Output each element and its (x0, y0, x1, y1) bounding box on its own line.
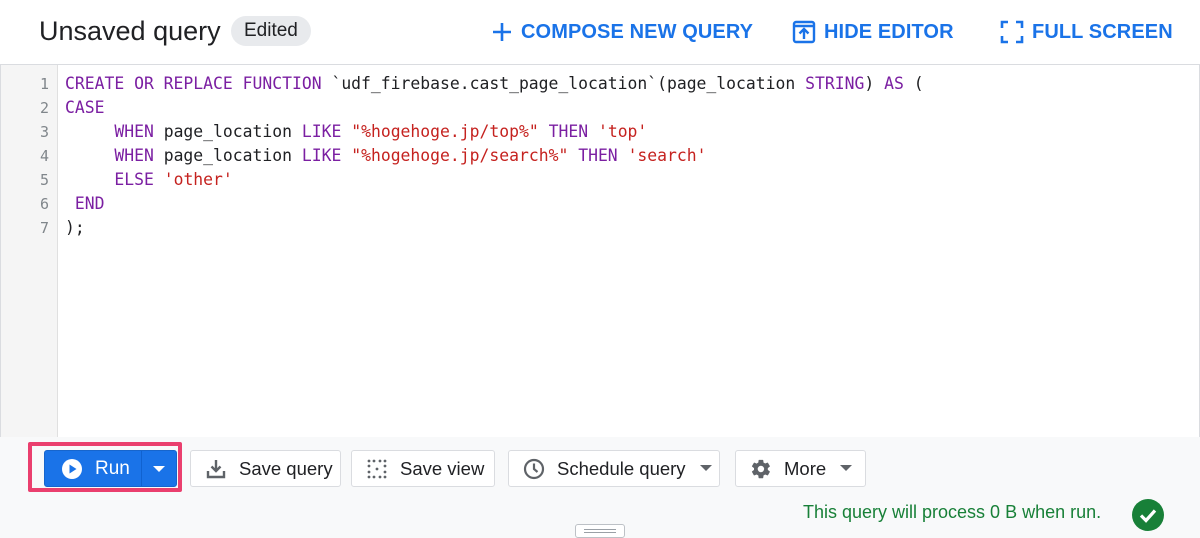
code-text: WHEN page_location LIKE "%hogehoge.jp/se… (65, 144, 707, 168)
sql-string: "%hogehoge.jp/search%" (351, 146, 569, 165)
grid-dots-icon (366, 458, 388, 480)
schedule-query-label: Schedule query (557, 457, 686, 479)
code-line[interactable]: 2 CASE (1, 96, 1191, 120)
sql-keyword: WHEN (114, 146, 154, 165)
upload-box-icon (792, 20, 824, 44)
sql-string: 'top' (597, 122, 648, 141)
save-query-label: Save query (239, 457, 333, 479)
query-header: Unsaved query Edited COMPOSE NEW QUERY H… (0, 0, 1200, 64)
sql-token: `udf_firebase.cast_page_location`(page_l… (321, 74, 806, 93)
query-validation-message: This query will process 0 B when run. (803, 502, 1102, 522)
sql-token: ) (864, 74, 885, 93)
code-text: CREATE OR REPLACE FUNCTION `udf_firebase… (65, 72, 924, 96)
sql-keyword: THEN (548, 122, 589, 141)
save-view-button[interactable]: Save view (351, 450, 495, 487)
gear-icon (750, 458, 772, 480)
full-screen-label: FULL SCREEN (1032, 20, 1173, 43)
fullscreen-icon (1000, 20, 1032, 44)
code-text: ); (65, 216, 85, 240)
code-line[interactable]: 6 END (1, 192, 1191, 216)
code-text: ELSE 'other' (65, 168, 233, 192)
sql-token: ( (903, 74, 924, 93)
plus-icon (491, 21, 521, 43)
sql-keyword: END (74, 194, 105, 213)
check-circle-icon (1132, 499, 1164, 531)
compose-new-query-button[interactable]: COMPOSE NEW QUERY (491, 18, 753, 46)
save-view-label: Save view (400, 457, 485, 479)
sql-keyword: WHEN (114, 122, 154, 141)
query-title: Unsaved query (39, 16, 221, 46)
full-screen-button[interactable]: FULL SCREEN (1000, 18, 1173, 46)
line-number: 5 (39, 171, 49, 189)
code-line[interactable]: 7); (1, 216, 1191, 240)
sql-keyword: LIKE (301, 146, 342, 165)
schedule-query-button[interactable]: Schedule query (508, 450, 720, 487)
sql-string: 'other' (163, 170, 233, 189)
download-icon (205, 458, 227, 480)
caret-down-icon (840, 465, 853, 472)
sql-token: ); (65, 218, 85, 237)
run-highlight-box (28, 442, 182, 492)
line-number: 7 (39, 219, 49, 237)
code-line[interactable]: 1 CREATE OR REPLACE FUNCTION `udf_firebas… (1, 72, 1191, 96)
compose-new-query-label: COMPOSE NEW QUERY (521, 20, 754, 43)
sql-string: "%hogehoge.jp/top%" (351, 122, 539, 141)
code-line[interactable]: 5 ELSE 'other' (1, 168, 1191, 192)
line-number: 6 (39, 195, 49, 213)
caret-down-icon (699, 465, 712, 472)
hide-editor-button[interactable]: HIDE EDITOR (792, 18, 954, 46)
editor-resize-handle[interactable] (575, 524, 625, 538)
sql-token: page_location (153, 122, 302, 141)
code-text: CASE (65, 96, 104, 120)
code-text: END (65, 192, 105, 216)
clock-icon (523, 458, 545, 480)
line-number: 2 (39, 99, 49, 117)
sql-keyword: THEN (578, 146, 618, 165)
sql-editor[interactable]: 1 CREATE OR REPLACE FUNCTION `udf_firebas… (0, 64, 1200, 438)
code-line[interactable]: 4 WHEN page_location LIKE "%hogehoge.jp/… (1, 144, 1191, 168)
sql-keyword: CREATE OR REPLACE FUNCTION (65, 74, 322, 93)
more-button[interactable]: More (735, 450, 866, 487)
code-line[interactable]: 3 WHEN page_location LIKE "%hogehoge.jp/… (1, 120, 1191, 144)
sql-keyword: STRING (805, 74, 865, 93)
sql-token: page_location (153, 146, 302, 165)
hide-editor-label: HIDE EDITOR (824, 20, 954, 43)
more-label: More (784, 457, 827, 479)
sql-keyword: LIKE (301, 122, 342, 141)
line-number: 4 (39, 147, 49, 165)
line-number: 1 (39, 75, 49, 93)
sql-keyword: CASE (65, 98, 105, 117)
sql-keyword: AS (884, 74, 904, 93)
code-text: WHEN page_location LIKE "%hogehoge.jp/to… (65, 120, 647, 144)
edited-badge: Edited (231, 16, 311, 46)
line-number: 3 (39, 123, 49, 141)
sql-string: 'search' (627, 146, 707, 165)
save-query-button[interactable]: Save query (190, 450, 341, 487)
sql-keyword: ELSE (114, 170, 154, 189)
